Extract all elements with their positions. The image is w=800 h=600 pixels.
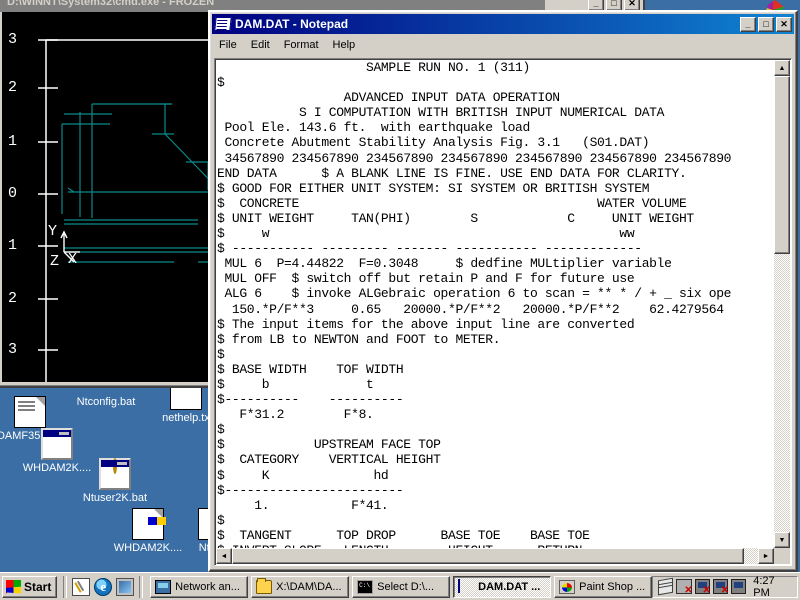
desktop-screen: DAMF35SI.... Ntconfig.bat nethelp.tx WHD… [0,0,800,600]
maximize-button[interactable]: □ [758,16,774,32]
network-disconnected-2-icon[interactable] [694,579,711,596]
system-tray: 4:27 PM [652,575,798,599]
plot-axis-z-label: Z [50,253,60,270]
notepad-window-buttons: _ □ ✕ [740,16,794,32]
task-button-paint-shop-pro[interactable]: Paint Shop ... [554,575,653,598]
desktop-icon-label: nethelp.tx [162,412,210,424]
task-button-command-prompt[interactable]: Select D:\... [352,575,451,598]
scroll-up-button[interactable]: ▲ [774,60,790,76]
taskbar-separator [63,575,68,598]
desktop-view-icon[interactable] [116,577,135,596]
plot-ylabel-3: 3 [8,31,18,48]
scroll-left-button[interactable]: ◄ [216,548,232,564]
task-button-label: X:\DAM\DA... [276,580,342,593]
plot-ylabel-2: 2 [8,79,18,96]
plot-ylabel-0: 0 [8,185,18,202]
notepad-text-area-container[interactable]: SAMPLE RUN NO. 1 (311) $ ADVANCED INPUT … [214,58,792,566]
desktop-icon-label: Ntconfig.bat [76,396,136,408]
task-button-notepad[interactable]: DAM.DAT ... [453,575,552,598]
start-button-label: Start [24,579,52,594]
scroll-down-button[interactable]: ▼ [774,532,790,548]
plot-ylabel-1: 1 [8,133,18,150]
notepad-icon [458,578,474,594]
desktop-icon-label: Ntuser2K.bat [82,492,148,504]
menu-item-help[interactable]: Help [326,38,363,52]
taskbar: Start Network an... X:\DAM\DA... Select … [0,572,800,600]
menu-item-format[interactable]: Format [277,38,326,52]
network-icon [155,579,172,594]
vertical-scrollbar-thumb[interactable] [774,76,790,254]
internet-explorer-icon[interactable] [94,577,113,596]
task-button-label: Select D:\... [377,580,435,593]
close-button[interactable]: ✕ [776,16,792,32]
network-connection-icon[interactable] [731,579,747,594]
menu-item-edit[interactable]: Edit [244,38,277,52]
taskbar-separator-2 [139,575,144,598]
scrollbar-corner [774,548,790,564]
task-button-network[interactable]: Network an... [150,575,249,598]
background-window-title: D:\WINNT\System32\cmd.exe - FROZEN [7,0,215,8]
start-button[interactable]: Start [2,575,58,598]
clock[interactable]: 4:27 PM [753,575,792,599]
network-disconnected-icon[interactable] [676,579,693,596]
notepad-text-content[interactable]: SAMPLE RUN NO. 1 (311) $ ADVANCED INPUT … [217,60,773,549]
task-button-label: Network an... [175,580,240,593]
show-desktop-icon[interactable] [72,577,91,596]
scroll-right-button[interactable]: ► [758,548,774,564]
document-icon [14,396,46,428]
flag-document-icon [132,508,164,540]
plot-ylabel-m3: 3 [8,341,18,358]
notepad-window[interactable]: DAM.DAT - Notepad _ □ ✕ File Edit Format… [208,10,798,572]
minimize-button[interactable]: _ [740,16,756,32]
notepad-titlebar[interactable]: DAM.DAT - Notepad _ □ ✕ [212,14,794,34]
notepad-menubar: File Edit Format Help [210,36,796,54]
notepad-title: DAM.DAT - Notepad [235,17,349,31]
vertical-scrollbar[interactable]: ▲ ▼ [774,60,790,548]
printer-icon[interactable] [658,577,674,596]
folder-icon [256,577,273,594]
task-button-label: Paint Shop ... [579,580,646,593]
menu-item-file[interactable]: File [212,38,244,52]
window-app-icon [41,428,73,460]
task-button-list: Network an... X:\DAM\DA... Select D:\...… [146,575,653,598]
network-disconnected-3-icon[interactable] [712,579,729,596]
quick-launch-bar [70,577,136,596]
desktop-icon-ntuser2k[interactable]: Ntuser2K.bat [77,458,153,504]
horizontal-scrollbar-thumb[interactable] [232,548,744,564]
plot-axis-x-label: X [68,251,78,268]
command-prompt-icon [357,579,374,594]
desktop-icon-ntconfig[interactable]: Ntconfig.bat [68,396,144,408]
horizontal-scrollbar[interactable]: ◄ ► [216,548,774,564]
plot-ylabel-m2: 2 [8,290,18,307]
desktop-icon-whdam2k-2[interactable]: WHDAM2K.... [110,508,186,554]
gear-window-icon [99,458,131,490]
paint-shop-pro-icon [559,579,576,594]
windows-flag-icon [6,579,21,594]
plot-axis-y-label: Y [48,223,58,240]
plot-ylabel-m1: 1 [8,237,18,254]
notepad-icon [214,17,232,31]
desktop-icon-label: WHDAM2K.... [113,542,183,554]
task-button-label: DAM.DAT ... [478,580,541,593]
task-button-explorer[interactable]: X:\DAM\DA... [251,575,350,598]
